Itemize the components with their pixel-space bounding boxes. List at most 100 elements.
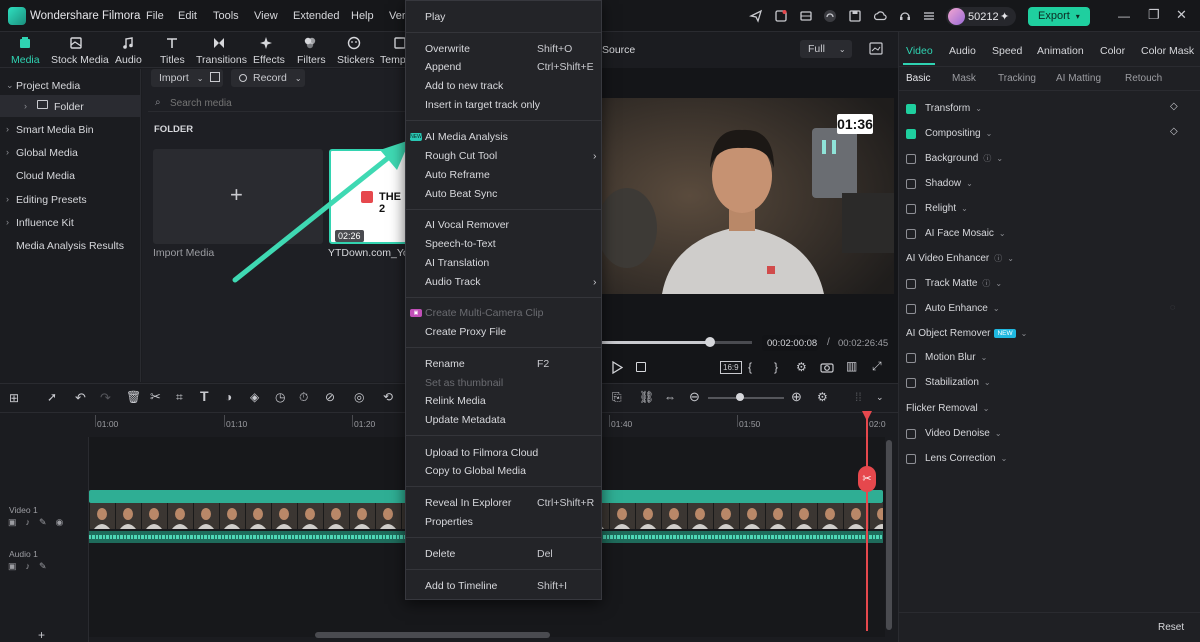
qr-icon[interactable] [210,72,220,82]
export-button[interactable]: Export ▾ [1028,7,1090,26]
search-input[interactable] [170,95,370,111]
menu-view[interactable]: View [254,10,278,22]
checkbox[interactable] [906,304,916,314]
sidebar-item-folder[interactable]: › Folder [0,95,141,117]
record-dropdown[interactable]: Record ⌄ [231,69,305,87]
save-icon[interactable] [848,9,862,23]
checkbox[interactable] [906,104,916,114]
tab-stickers[interactable]: Stickers [337,54,374,66]
tab-color-mask[interactable]: Color Mask [1141,45,1194,57]
stop-icon[interactable] [636,362,646,372]
menu-item-add-to-timeline[interactable]: Add to Timeline Shift+I [425,580,595,596]
checkbox[interactable] [906,204,916,214]
more-tools-icon[interactable]: ◎ [354,390,364,404]
menu-item-play[interactable]: Play [425,11,595,27]
close-icon[interactable]: ✕ [1176,7,1187,23]
restore-icon[interactable]: ❐ [1148,7,1160,23]
menu-help[interactable]: Help [351,10,374,22]
keyframe-icon[interactable]: ◇ [1170,101,1178,112]
tab-audio-props[interactable]: Audio [949,45,976,57]
playhead[interactable] [866,413,868,631]
timeline-settings-icon[interactable]: ⚙ [817,390,828,404]
tab-titles[interactable]: Titles [160,54,185,66]
menu-item-insert-in-target-track[interactable]: Insert in target track only [425,99,595,115]
tab-transitions[interactable]: Transitions [196,54,247,66]
news-icon[interactable] [774,9,788,23]
shapes-icon[interactable]: ◑ [225,390,232,404]
menu-item-ai-media-analysis[interactable]: NEW AI Media Analysis [410,131,595,147]
tab-effects[interactable]: Effects [253,54,285,66]
send-icon[interactable] [749,9,763,23]
audio-track-controls-icon[interactable]: ▣♪✎ [8,561,56,572]
menu-item-rough-cut-tool[interactable]: Rough Cut Tool › [425,150,597,166]
tab-audio[interactable]: Audio [115,54,142,66]
record-voice-icon[interactable]: ⎘ [612,390,622,405]
mark-out-icon[interactable]: } [774,360,778,374]
add-track-icon[interactable]: + [38,628,45,642]
layout-icon[interactable] [799,9,813,23]
menu-item-create-proxy-file[interactable]: Create Proxy File [425,326,595,342]
menu-item-audio-track[interactable]: Audio Track › [425,276,597,292]
checkbox[interactable] [906,129,916,139]
tab-animation[interactable]: Animation [1037,45,1084,57]
redo-icon[interactable]: ↷ [100,390,111,406]
tab-speed[interactable]: Speed [992,45,1022,57]
menu-item-auto-beat-sync[interactable]: Auto Beat Sync [425,188,595,204]
playback-handle[interactable] [705,337,715,347]
menu-item-rename[interactable]: Rename F2 [425,358,595,374]
menu-edit[interactable]: Edit [178,10,197,22]
sidebar-item-influence-kit[interactable]: › Influence Kit [0,211,141,233]
tab-filters[interactable]: Filters [297,54,326,66]
volume-icon[interactable]: ▥ [846,359,857,373]
grid-icon[interactable]: ⊞ [9,391,19,405]
play-icon[interactable] [611,361,623,374]
zoom-slider[interactable] [708,397,784,399]
checkbox[interactable] [906,279,916,289]
menu-item-ai-vocal-remover[interactable]: AI Vocal Remover [425,219,595,235]
sidebar-item-global-media[interactable]: › Global Media [0,141,141,163]
subtab-ai-matting[interactable]: AI Matting [1056,73,1101,84]
text-tool-icon[interactable]: T [200,388,209,404]
checkbox[interactable] [906,353,916,363]
crop-icon[interactable]: ⌗ [176,390,183,405]
tab-color[interactable]: Color [1100,45,1125,57]
checkbox[interactable] [906,179,916,189]
menu-item-auto-reframe[interactable]: Auto Reframe [425,169,595,185]
reset-button[interactable]: Reset [1158,622,1184,633]
sidebar-item-project-media[interactable]: ⌄ Project Media [0,74,141,96]
menu-item-relink-media[interactable]: Relink Media [425,395,595,411]
split-marker-icon[interactable]: ✂ [858,466,876,492]
tab-media[interactable]: Media [11,54,40,66]
menu-item-upload-to-cloud[interactable]: Upload to Filmora Cloud [425,447,595,463]
speed-icon[interactable]: ◷ [275,390,285,404]
headset-icon[interactable] [823,9,837,23]
tab-stock-media[interactable]: Stock Media [51,54,109,66]
sidebar-item-media-analysis-results[interactable]: Media Analysis Results [0,234,141,256]
aspect-ratio-icon[interactable]: 16:9 [720,361,742,374]
subtab-mask[interactable]: Mask [952,73,976,84]
subtab-tracking[interactable]: Tracking [998,73,1036,84]
keyframe-icon[interactable]: ◌ [1170,302,1175,312]
menu-item-properties[interactable]: Properties [425,516,595,532]
zoom-handle[interactable] [736,393,744,401]
split-icon[interactable]: ✂ [150,389,161,405]
avatar[interactable] [948,8,965,25]
subtab-retouch[interactable]: Retouch [1125,73,1162,84]
menu-item-speech-to-text[interactable]: Speech-to-Text [425,238,595,254]
menu-extended[interactable]: Extended [293,10,339,22]
unlink-icon[interactable]: ⛓ [639,390,654,404]
checkbox[interactable] [906,454,916,464]
horizontal-scrollbar[interactable] [315,632,550,638]
camera-icon[interactable] [820,361,834,373]
sidebar-item-smart-media-bin[interactable]: › Smart Media Bin [0,118,141,140]
support-icon[interactable] [898,9,912,23]
vertical-scrollbar[interactable] [886,440,892,630]
menu-item-overwrite[interactable]: Overwrite Shift+O [425,43,595,59]
checkbox[interactable] [906,429,916,439]
minimize-icon[interactable]: — [1118,9,1130,23]
checkbox[interactable] [906,154,916,164]
menu-item-reveal-in-explorer[interactable]: Reveal In Explorer Ctrl+Shift+R [425,497,595,513]
menu-item-add-to-new-track[interactable]: Add to new track [425,80,595,96]
mark-in-icon[interactable]: { [748,360,752,374]
video-track-controls-icon[interactable]: ▣♪✎◉ [8,517,72,528]
